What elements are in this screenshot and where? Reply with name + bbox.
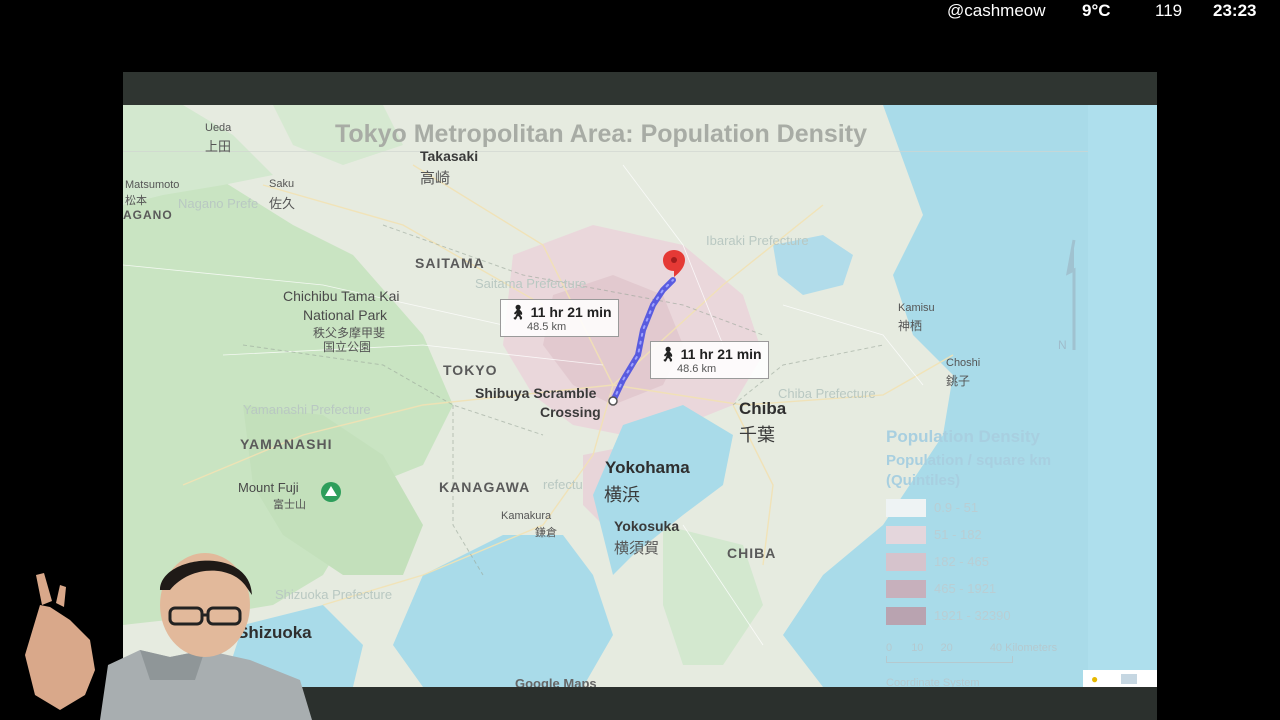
label-shibuya-2: Crossing	[540, 404, 601, 420]
scale-tick: 20	[940, 642, 953, 654]
label-kanagawa-pref: refectu	[543, 477, 583, 492]
legend-title: Population Density	[886, 427, 1040, 446]
scale-note: Coordinate System	[886, 677, 980, 687]
walking-icon: 🚶︎	[509, 304, 531, 320]
label-chiba-region: CHIBA	[727, 545, 777, 561]
webcam-overlay	[25, 553, 312, 720]
label-kamakura-kanji: 鎌倉	[535, 527, 557, 539]
label-kamisu: Kamisu	[898, 302, 935, 314]
label-ueda-kanji: 上田	[205, 139, 232, 154]
label-mount-fuji-kanji: 富士山	[273, 499, 306, 511]
label-choshi-kanji: 銚子	[946, 374, 971, 388]
label-takasaki: Takasaki	[420, 148, 479, 164]
legend-swatch	[886, 499, 926, 517]
scale-tick: 40 Kilometers	[989, 642, 1058, 654]
google-maps-logo: Google Maps	[515, 676, 597, 687]
label-tokyo: TOKYO	[443, 362, 498, 378]
legend-swatch	[886, 580, 926, 598]
map-title: Tokyo Metropolitan Area: Population Dens…	[335, 120, 867, 148]
label-takasaki-kanji: 高崎	[420, 170, 451, 187]
temperature: 9°C	[1082, 1, 1111, 20]
layers-icon[interactable]	[1121, 674, 1137, 684]
label-kanagawa: KANAGAWA	[439, 479, 531, 495]
label-yokohama-kanji: 横浜	[604, 485, 640, 505]
label-saitama: SAITAMA	[415, 255, 485, 271]
label-saku: Saku	[269, 178, 295, 190]
label-nagano-pref: Nagano Prefe	[178, 196, 259, 211]
label-kamakura: Kamakura	[501, 510, 552, 522]
label-chiba-kanji: 千葉	[739, 425, 775, 445]
route-2-distance: 48.6 km	[677, 363, 717, 375]
label-saitama-pref: Saitama Prefecture	[475, 276, 587, 291]
label-chiba-pref: Chiba Prefecture	[778, 386, 876, 401]
scale-tick: 10	[911, 642, 924, 654]
legend-label: 51 - 182	[934, 527, 982, 542]
label-chichibu-kanji-2: 国立公園	[323, 340, 372, 354]
scale-tick: 0	[886, 642, 893, 654]
legend-row: 182 - 465	[886, 549, 1086, 576]
label-chiba: Chiba	[739, 399, 787, 418]
route-1-time: 11 hr 21 min	[530, 304, 612, 320]
status-bar: @cashmeow 9°C 119 23:23	[0, 0, 1280, 24]
legend-swatch	[886, 553, 926, 571]
pegman-icon[interactable]: ●	[1091, 672, 1098, 686]
legend-subtitle: Population / square km	[886, 452, 1052, 469]
scale-bar: 0 10 20 40 Kilometers Coordinate System	[886, 642, 1057, 687]
map-controls[interactable]: ●	[1083, 670, 1157, 687]
legend-row: 1921 - 32390	[886, 603, 1086, 630]
label-chichibu-2: National Park	[303, 307, 388, 323]
label-yokosuka-kanji: 横須賀	[614, 540, 660, 557]
frame-top-bar	[123, 72, 1157, 105]
label-yamanashi-pref: Yamanashi Prefecture	[243, 402, 371, 417]
label-yokosuka: Yokosuka	[614, 518, 680, 534]
viewer-count: 119	[1155, 1, 1183, 20]
legend-subtitle-2: (Quintiles)	[886, 472, 961, 489]
route-card-2[interactable]: 🚶︎ 11 hr 21 min 48.6 km	[650, 341, 769, 379]
label-yokohama: Yokohama	[605, 458, 690, 477]
legend-row: 0.9 - 51	[886, 495, 1086, 522]
route-card-1[interactable]: 🚶︎ 11 hr 21 min 48.5 km	[500, 299, 619, 337]
route-2-time: 11 hr 21 min	[680, 346, 762, 362]
legend-row: 51 - 182	[886, 522, 1086, 549]
legend-swatch	[886, 607, 926, 625]
username: @cashmeow	[947, 1, 1046, 20]
label-ibaraki-pref: Ibaraki Prefecture	[706, 233, 809, 248]
legend-swatch	[886, 526, 926, 544]
label-matsumoto-kanji: 松本	[125, 195, 147, 207]
label-choshi: Choshi	[946, 357, 981, 369]
label-matsumoto: Matsumoto	[125, 179, 180, 191]
legend-label: 1921 - 32390	[934, 608, 1011, 623]
legend-label: 182 - 465	[934, 554, 989, 569]
label-saku-kanji: 佐久	[269, 196, 296, 211]
clock: 23:23	[1213, 1, 1257, 20]
legend-label: 0.9 - 51	[934, 500, 979, 515]
legend-row: 465 - 1921	[886, 576, 1086, 603]
label-kamisu-kanji: 神栖	[898, 319, 923, 333]
label-nagano: AGANO	[123, 208, 173, 222]
label-yamanashi: YAMANASHI	[240, 436, 333, 452]
scale-line	[886, 656, 1013, 663]
label-chichibu: Chichibu Tama Kai	[283, 288, 400, 304]
legend-label: 465 - 1921	[934, 581, 997, 596]
walking-icon: 🚶︎	[659, 346, 681, 362]
label-ueda: Ueda	[205, 122, 232, 134]
label-mount-fuji: Mount Fuji	[238, 480, 299, 495]
route-1-distance: 48.5 km	[527, 321, 567, 333]
north-label: N	[1058, 338, 1067, 352]
label-shibuya: Shibuya Scramble	[475, 385, 597, 401]
legend: Population Density Population / square k…	[886, 427, 1086, 630]
